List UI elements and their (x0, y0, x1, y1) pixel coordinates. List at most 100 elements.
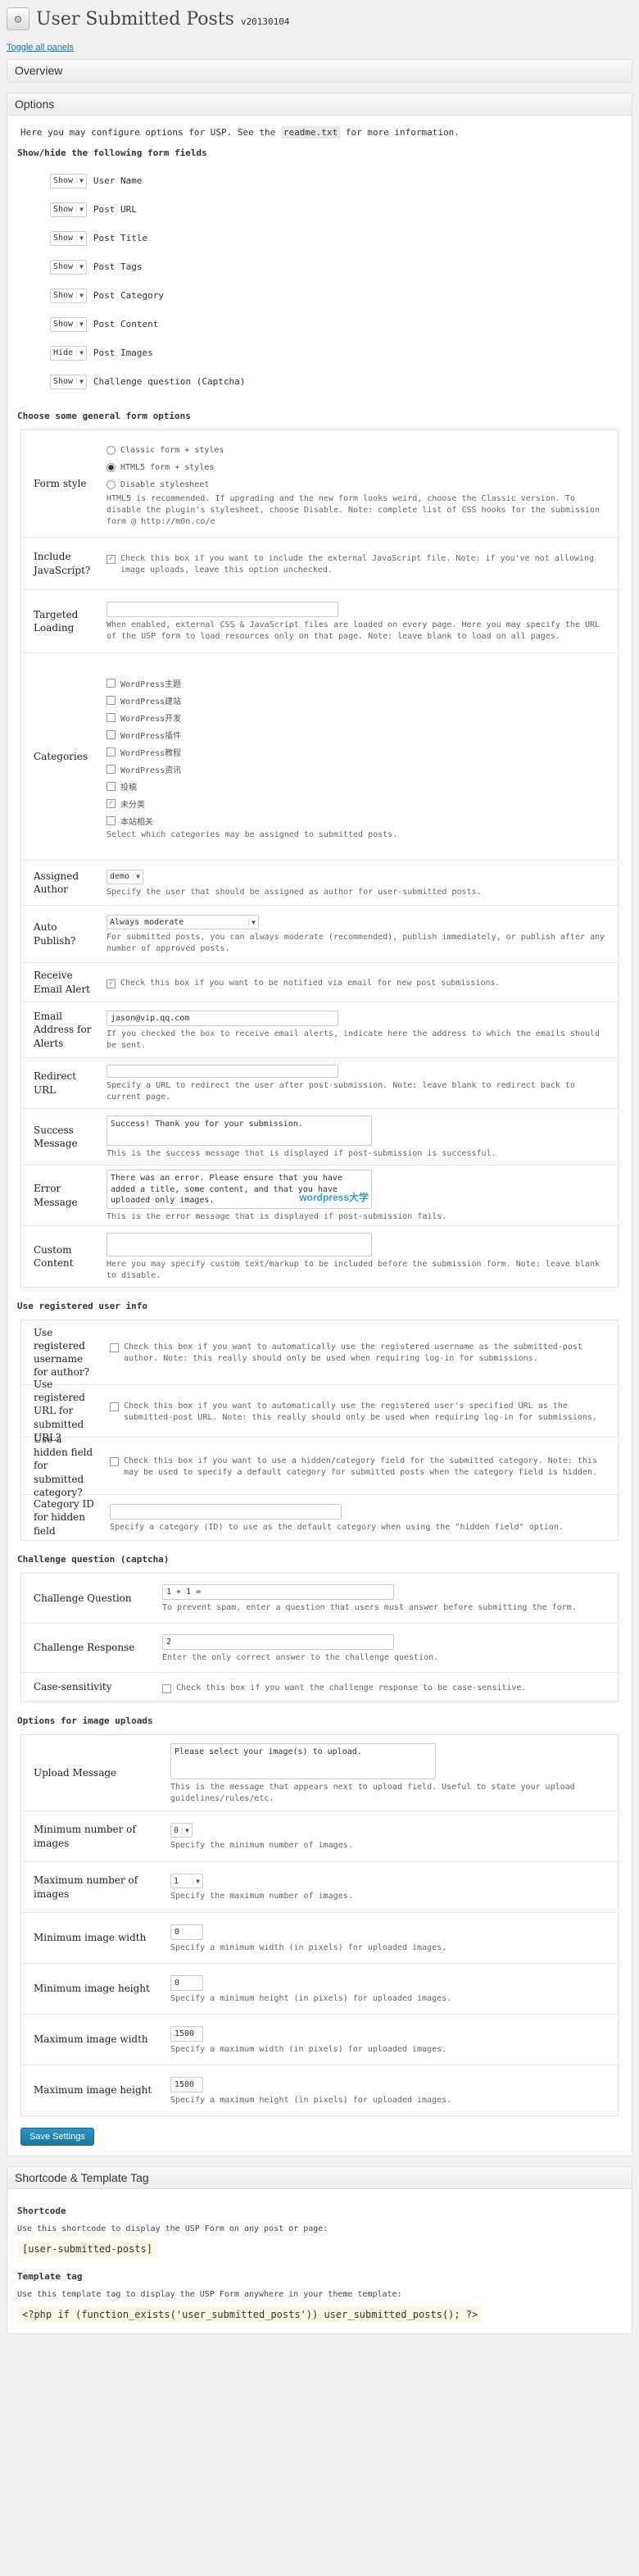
min-width-input[interactable]: 0 (170, 1924, 203, 1940)
success-message-label: Success Message (34, 1124, 78, 1149)
category-checkbox[interactable]: WordPress资讯 (106, 761, 610, 778)
template-tag-section-title: Template tag (17, 2271, 83, 2282)
radio-disable-stylesheet[interactable]: Disable stylesheet (106, 476, 610, 493)
assigned-author-description: Specify the user that should be assigned… (106, 887, 482, 897)
chevron-down-icon: ▼ (76, 263, 84, 270)
radio-html5-form[interactable]: HTML5 form + styles (106, 459, 610, 476)
success-message-row: Success Message Success! Thank you for y… (21, 1108, 618, 1165)
chevron-down-icon: ▼ (76, 378, 84, 385)
form-style-row: Form style Classic form + styles HTML5 f… (21, 430, 618, 537)
challenge-response-label: Challenge Response (34, 1642, 135, 1654)
field-visibility-select[interactable]: Show ▼ (50, 316, 87, 332)
challenge-response-input[interactable]: 2 (162, 1633, 394, 1650)
min-height-description: Specify a minimum height (in pixels) for… (170, 1993, 452, 2003)
email-address-input[interactable]: jason@vip.qq.com (106, 1010, 338, 1026)
field-visibility-select[interactable]: Show ▼ (50, 173, 87, 189)
category-checkbox[interactable]: 本站相关 (106, 812, 610, 829)
plugin-settings-icon: ⚙ (7, 7, 29, 30)
field-toggle-row: Show ▼ Challenge question (Captcha) (17, 367, 622, 396)
error-message-label: Error Message (34, 1183, 78, 1208)
receive-email-alert-checkbox[interactable]: ✓ (106, 979, 116, 988)
assigned-author-select[interactable]: demo ▼ (106, 869, 143, 884)
hidden-category-label: Use a hidden field for submitted categor… (34, 1433, 93, 1498)
email-address-description: If you checked the box to receive email … (106, 1029, 600, 1050)
category-checkbox[interactable]: WordPress建站 (106, 692, 610, 709)
chevron-down-icon: ▼ (248, 918, 256, 926)
registered-username-checkbox[interactable] (110, 1343, 119, 1352)
chevron-down-icon: ▼ (76, 320, 84, 328)
field-toggle-row: Show ▼ Post Tags (17, 252, 622, 281)
field-visibility-select[interactable]: Show ▼ (50, 288, 87, 303)
options-panel-body: Here you may configure options for USP. … (7, 116, 632, 2156)
max-width-input[interactable]: 1500 (170, 2025, 203, 2042)
field-toggle-row: Show ▼ Post Title (17, 224, 622, 252)
challenge-question-description: To prevent spam, enter a question that u… (162, 1603, 577, 1612)
success-message-textarea[interactable]: Success! Thank you for your submission. (106, 1115, 372, 1146)
include-javascript-checkbox[interactable]: ✓ (106, 554, 116, 564)
intro-text-after: for more information. (340, 127, 460, 138)
field-toggle-label: Post Title (93, 233, 148, 243)
max-width-row: Maximum image width 1500 Specify a maxim… (21, 2014, 618, 2065)
chevron-down-icon: ▼ (193, 1877, 200, 1885)
field-visibility-select[interactable]: Show ▼ (50, 259, 87, 275)
form-style-label: Form style (34, 477, 87, 489)
page: ⚙ User Submitted Posts v20130104 Toggle … (0, 0, 639, 2360)
category-id-input[interactable] (110, 1503, 342, 1520)
case-sensitivity-checkbox[interactable] (162, 1683, 171, 1693)
image-uploads-table: Upload Message Please select your image(… (20, 1734, 619, 2116)
registered-url-row: Use registered URL for submitted URL? Ch… (21, 1379, 618, 1443)
options-panel-header[interactable]: Options (7, 93, 632, 116)
custom-content-textarea[interactable] (106, 1233, 372, 1256)
challenge-question-input[interactable]: 1 + 1 = (162, 1584, 394, 1600)
min-images-select[interactable]: 0 ▼ (170, 1823, 193, 1838)
category-id-description: Specify a category (ID) to use as the de… (110, 1522, 564, 1532)
chevron-down-icon: ▼ (76, 177, 84, 184)
save-settings-button[interactable]: Save Settings (20, 2128, 94, 2146)
category-checkbox[interactable]: WordPress教程 (106, 743, 610, 761)
registered-user-section-title: Use registered user info (17, 1301, 147, 1311)
max-height-input[interactable]: 1500 (170, 2076, 203, 2092)
hidden-category-checkbox[interactable] (110, 1456, 119, 1466)
radio-classic-form[interactable]: Classic form + styles (106, 442, 610, 459)
shortcode-panel: Shortcode & Template Tag Shortcode Use t… (7, 2166, 632, 2334)
registered-url-checkbox[interactable] (110, 1402, 119, 1411)
include-javascript-row: Include JavaScript? ✓ Check this box if y… (21, 537, 618, 589)
chevron-down-icon: ▼ (76, 206, 84, 213)
categories-label: Categories (34, 750, 88, 762)
category-checkbox[interactable]: ✓ 未分类 (106, 795, 610, 812)
max-width-label: Maximum image width (34, 2033, 148, 2046)
category-checkbox[interactable]: WordPress主题 (106, 675, 610, 692)
redirect-url-input[interactable] (106, 1065, 338, 1078)
category-checkbox[interactable]: WordPress开发 (106, 709, 610, 726)
field-visibility-select[interactable]: Hide ▼ (50, 345, 87, 361)
watermark-logo: wordpress大学 (299, 1192, 369, 1203)
auto-publish-description: For submitted posts, you can always mode… (106, 933, 605, 953)
field-visibility-select[interactable]: Show ▼ (50, 230, 87, 246)
min-height-input[interactable]: 0 (170, 1974, 203, 1991)
field-visibility-select[interactable]: Show ▼ (50, 374, 87, 389)
category-checkbox[interactable]: WordPress插件 (106, 726, 610, 743)
options-intro: Here you may configure options for USP. … (20, 126, 622, 139)
category-checkbox[interactable]: 投稿 (106, 778, 610, 795)
auto-publish-select[interactable]: Always moderate ▼ (106, 915, 259, 929)
max-images-row: Maximum number of images 1 ▼ Specify the … (21, 1861, 618, 1912)
field-toggle-label: Post Content (93, 319, 159, 329)
toggle-all-panels-link[interactable]: Toggle all panels (7, 43, 632, 52)
field-toggle-row: Show ▼ Post Content (17, 310, 622, 338)
overview-panel-header[interactable]: Overview (7, 60, 632, 82)
form-style-description: HTML5 is recommended. If upgrading and t… (106, 493, 600, 526)
custom-content-row: Custom Content Here you may specify cust… (21, 1225, 618, 1287)
max-images-select[interactable]: 1 ▼ (170, 1874, 203, 1888)
error-message-row: Error Message There was an error. Please… (21, 1165, 618, 1225)
targeted-loading-input[interactable] (106, 602, 338, 617)
challenge-table: Challenge Question 1 + 1 = To prevent sp… (20, 1573, 619, 1702)
shortcode-description: Use this shortcode to display the USP Fo… (17, 2224, 329, 2233)
field-visibility-select[interactable]: Show ▼ (50, 202, 87, 217)
chevron-down-icon: ▼ (76, 349, 84, 357)
custom-content-label: Custom Content (34, 1243, 74, 1269)
upload-message-textarea[interactable]: Please select your image(s) to upload. (170, 1742, 436, 1779)
max-height-label: Maximum image height (34, 2084, 152, 2097)
shortcode-panel-header[interactable]: Shortcode & Template Tag (7, 2167, 632, 2189)
auto-publish-row: Auto Publish? Always moderate ▼ For submi… (21, 905, 618, 962)
min-width-row: Minimum image width 0 Specify a minimum … (21, 1912, 618, 1963)
